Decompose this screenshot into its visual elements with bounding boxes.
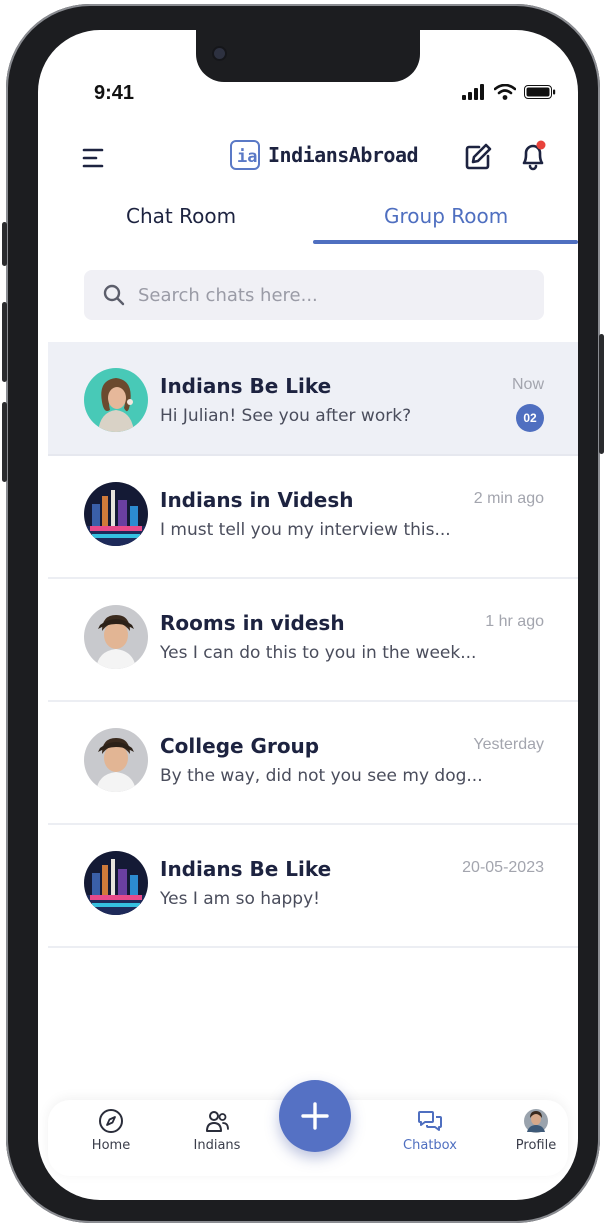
svg-text:ia: ia <box>237 147 257 167</box>
avatar <box>84 728 148 792</box>
nav-label: Chatbox <box>403 1138 457 1153</box>
nav-profile[interactable]: Profile <box>496 1108 576 1153</box>
app-header: ia IndiansAbroad <box>38 134 578 184</box>
nav-label: Home <box>91 1138 131 1153</box>
volume-up-button <box>2 302 7 382</box>
notch <box>196 30 420 82</box>
chat-list: Indians Be Like Hi Julian! See you after… <box>48 342 578 948</box>
chat-name: Indians Be Like <box>160 857 332 881</box>
compose-icon[interactable] <box>463 142 493 172</box>
avatar <box>84 368 148 432</box>
nav-label: Profile <box>515 1138 557 1153</box>
chat-time: 2 min ago <box>473 490 544 507</box>
chat-time: 20-05-2023 <box>462 859 544 876</box>
power-button <box>599 334 604 454</box>
chat-time: Yesterday <box>473 736 544 753</box>
camera <box>214 48 225 59</box>
new-chat-button[interactable] <box>279 1080 351 1152</box>
tab-chat-room[interactable]: Chat Room <box>126 204 236 228</box>
screen: 9:41 ia IndiansAbroad Chat Room Group Ro… <box>38 30 578 1200</box>
chat-preview: Hi Julian! See you after work? <box>160 406 412 426</box>
wifi-icon <box>494 84 516 100</box>
tab-group-room[interactable]: Group Room <box>384 204 508 228</box>
chat-time: Now <box>511 376 544 393</box>
battery-icon <box>524 85 556 99</box>
nav-home[interactable]: Home <box>71 1108 151 1153</box>
chat-preview: Yes I can do this to you in the week... <box>160 643 477 663</box>
phone-frame: 9:41 ia IndiansAbroad Chat Room Group Ro… <box>2 4 604 1223</box>
volume-down-button <box>2 402 7 482</box>
chat-item[interactable]: College Group By the way, did not you se… <box>48 702 578 825</box>
status-time: 9:41 <box>94 82 135 104</box>
chat-item[interactable]: Indians in Videsh I must tell you my int… <box>48 456 578 579</box>
search-input[interactable]: Search chats here... <box>84 270 544 320</box>
nav-indians[interactable]: Indians <box>177 1108 257 1153</box>
menu-icon[interactable] <box>82 146 106 170</box>
chat-preview: By the way, did not you see my dog... <box>160 766 483 786</box>
chat-item[interactable]: Rooms in videsh Yes I can do this to you… <box>48 579 578 702</box>
brand-logo: ia IndiansAbroad <box>230 140 419 170</box>
notification-dot <box>536 140 546 150</box>
plus-icon <box>301 1102 329 1130</box>
notification-bell-icon[interactable] <box>518 140 548 172</box>
room-tabs: Chat Room Group Room <box>38 194 578 246</box>
chat-preview: Yes I am so happy! <box>160 889 320 909</box>
nav-label: Indians <box>193 1138 241 1153</box>
active-tab-indicator <box>313 240 578 244</box>
avatar <box>524 1109 548 1133</box>
chat-item[interactable]: Indians Be Like Hi Julian! See you after… <box>48 342 578 456</box>
chat-name: Rooms in videsh <box>160 611 345 635</box>
logo-mark-icon: ia <box>230 140 260 170</box>
users-icon <box>206 1111 229 1132</box>
unread-badge: 02 <box>516 404 544 432</box>
chat-name: College Group <box>160 734 320 758</box>
brand-name: IndiansAbroad <box>268 143 419 167</box>
silent-switch <box>2 222 7 266</box>
chat-name: Indians in Videsh <box>160 488 354 512</box>
signal-icon <box>462 84 484 100</box>
nav-chatbox[interactable]: Chatbox <box>390 1108 470 1153</box>
avatar <box>84 851 148 915</box>
chat-name: Indians Be Like <box>160 374 332 398</box>
status-icons <box>462 84 556 100</box>
compass-icon <box>99 1109 123 1133</box>
search-placeholder: Search chats here... <box>138 284 318 306</box>
avatar <box>84 482 148 546</box>
chat-time: 1 hr ago <box>485 613 544 630</box>
avatar <box>84 605 148 669</box>
chat-preview: I must tell you my interview this... <box>160 520 451 540</box>
search-icon <box>103 284 125 306</box>
chat-item[interactable]: Indians Be Like Yes I am so happy! 20-05… <box>48 825 578 948</box>
chat-icon <box>418 1111 442 1131</box>
